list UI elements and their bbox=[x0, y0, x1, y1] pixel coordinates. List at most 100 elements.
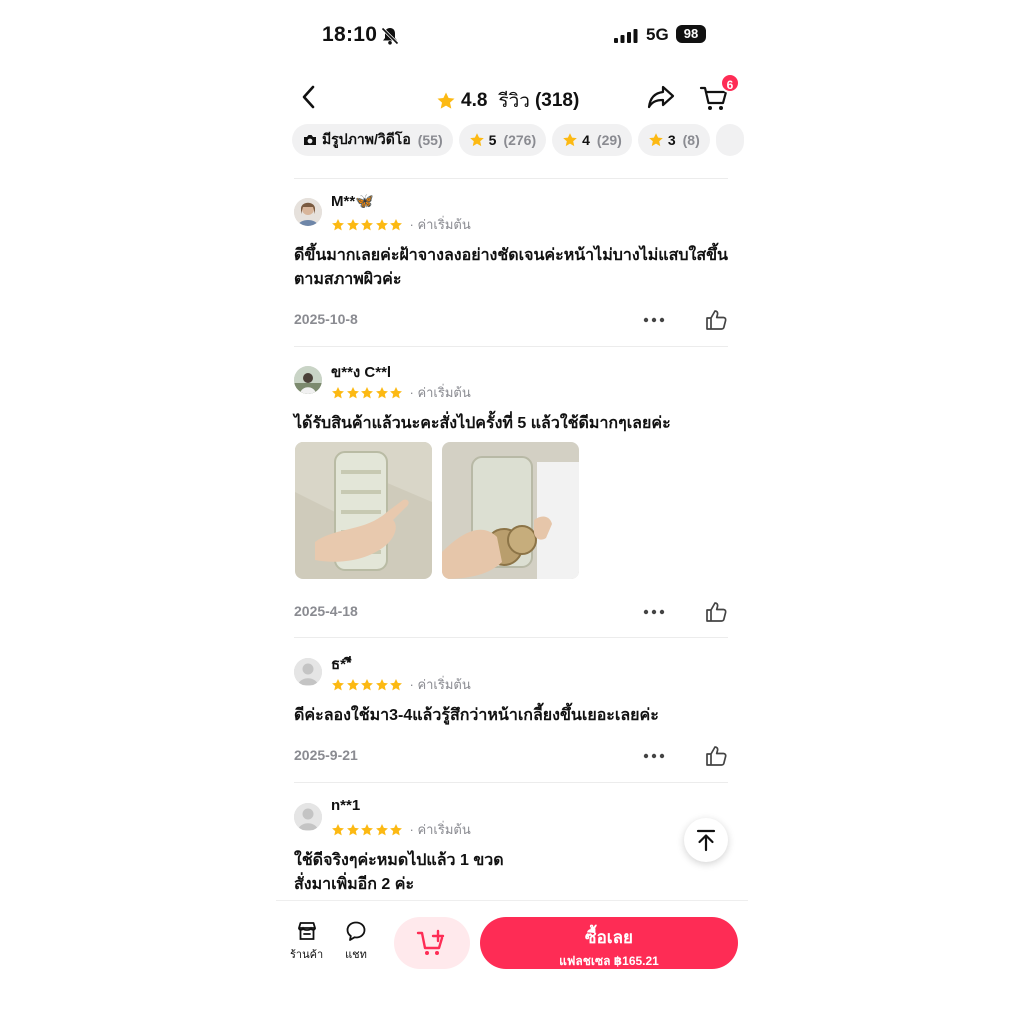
header: 4.8 รีวิว (318) 6 bbox=[276, 72, 748, 122]
star-icon bbox=[361, 823, 373, 835]
chat-icon bbox=[346, 921, 366, 941]
shop-label: ร้านค้า bbox=[290, 949, 324, 961]
review-meta: 2025-9-21 bbox=[294, 744, 728, 770]
star-icon bbox=[375, 218, 388, 230]
cart-badge: 6 bbox=[720, 73, 740, 93]
battery-indicator: 98 bbox=[676, 25, 706, 43]
network-type: 5G bbox=[646, 25, 669, 44]
star-icon bbox=[390, 823, 402, 835]
star-icon bbox=[375, 678, 388, 690]
star-icon bbox=[390, 678, 402, 690]
star-icon bbox=[332, 386, 344, 398]
avatar[interactable] bbox=[294, 803, 322, 831]
star-icon bbox=[332, 678, 344, 690]
divider bbox=[294, 178, 728, 179]
filter-chip-4-star[interactable]: 4 (29) bbox=[552, 124, 632, 156]
scroll-to-top-button[interactable] bbox=[684, 818, 728, 862]
review-text: ดีค่ะลองใช้มา3-4แล้วรู้สึกว่าหน้าเกลี้ยง… bbox=[294, 707, 659, 724]
variant-label: · ค่าเริ่มต้น bbox=[409, 385, 471, 400]
rating-filter-bar: มีรูปภาพ/วิดีโอ (55) 5 (276) 4 (29) 3 (8… bbox=[292, 124, 748, 158]
review-photo[interactable] bbox=[442, 442, 579, 579]
buy-now-button[interactable]: ซื้อเลย แฟลชเซล ฿165.21 bbox=[480, 917, 738, 969]
star-icon bbox=[346, 678, 359, 690]
add-to-cart-icon bbox=[416, 929, 445, 955]
star-icon bbox=[390, 386, 402, 398]
signal-icon bbox=[614, 29, 638, 43]
star-rating: · ค่าเริ่มต้น bbox=[331, 819, 471, 840]
divider bbox=[294, 637, 728, 638]
status-bar: 18:10 5G 98 bbox=[276, 18, 748, 52]
buy-now-label: ซื้อเลย bbox=[585, 928, 633, 947]
review-date: 2025-9-21 bbox=[294, 747, 358, 763]
thumbs-up-icon[interactable] bbox=[704, 744, 728, 768]
chat-button[interactable]: แชท bbox=[344, 919, 368, 963]
star-icon bbox=[649, 133, 663, 147]
star-icon bbox=[346, 218, 359, 230]
filter-chip-count: (55) bbox=[417, 132, 443, 148]
star-icon bbox=[390, 218, 402, 230]
star-icon bbox=[332, 823, 344, 835]
filter-chip-more[interactable] bbox=[715, 124, 744, 156]
filter-chip-label: 5 bbox=[488, 132, 497, 148]
back-arrow-icon[interactable] bbox=[298, 84, 320, 110]
filter-chip-label: มีรูปภาพ/วิดีโอ bbox=[322, 131, 411, 147]
more-options-icon[interactable] bbox=[642, 602, 666, 622]
camera-icon bbox=[304, 135, 316, 145]
filter-chip-media[interactable]: มีรูปภาพ/วิดีโอ (55) bbox=[292, 124, 453, 156]
variant-label: · ค่าเริ่มต้น bbox=[409, 217, 471, 232]
star-rating: · ค่าเริ่มต้น bbox=[331, 674, 471, 695]
variant-label: · ค่าเริ่มต้น bbox=[409, 822, 471, 837]
more-options-icon[interactable] bbox=[642, 310, 666, 330]
star-icon bbox=[469, 133, 484, 147]
star-icon bbox=[563, 133, 577, 147]
shop-button[interactable]: ร้านค้า bbox=[290, 919, 323, 963]
chat-label: แชท bbox=[345, 949, 367, 961]
reviews-count: (318) bbox=[534, 90, 580, 111]
star-icon bbox=[375, 386, 388, 398]
divider bbox=[294, 782, 728, 783]
star-rating: · ค่าเริ่มต้น bbox=[331, 214, 471, 235]
filter-chip-count: (8) bbox=[682, 132, 700, 148]
star-rating: · ค่าเริ่มต้น bbox=[331, 382, 471, 403]
star-icon bbox=[346, 823, 359, 835]
filter-chip-count: (276) bbox=[503, 132, 537, 148]
status-time: 18:10 bbox=[322, 23, 378, 46]
star-icon bbox=[375, 823, 388, 835]
star-icon bbox=[332, 218, 344, 230]
star-icon bbox=[437, 92, 455, 109]
reviewer-name: M**🦋 bbox=[331, 193, 374, 210]
more-options-icon[interactable] bbox=[642, 746, 666, 766]
review-text: ดีขึ้นมากเลยค่ะฝ้าจางลงอย่างชัดเจนค่ะหน้… bbox=[294, 247, 728, 288]
review-meta: 2025-10-8 bbox=[294, 308, 728, 334]
avatar[interactable] bbox=[294, 366, 322, 394]
avatar[interactable] bbox=[294, 658, 322, 686]
filter-chip-label: 4 bbox=[582, 132, 590, 148]
bottom-action-bar: ร้านค้า แชท ซื้อเลย แฟลชเซล ฿165.21 bbox=[276, 900, 748, 1025]
arrow-up-icon bbox=[696, 829, 716, 852]
add-to-cart-button[interactable] bbox=[394, 917, 470, 969]
review-text: ได้รับสินค้าแล้วนะคะสั่งไปครั้งที่ 5 แล้… bbox=[294, 415, 671, 432]
review-date: 2025-4-18 bbox=[294, 603, 358, 619]
reviews-label: รีวิว bbox=[498, 91, 530, 112]
divider bbox=[294, 346, 728, 347]
filter-chip-3-star[interactable]: 3 (8) bbox=[637, 124, 710, 156]
share-icon[interactable] bbox=[646, 82, 676, 112]
review-screen: 18:10 5G 98 4.8 รีวิว (318) 6 มีรูปภาพ/ว… bbox=[276, 0, 748, 1025]
rating-value: 4.8 bbox=[461, 90, 488, 111]
rating-title: 4.8 รีวิว (318) bbox=[436, 86, 579, 116]
avatar[interactable] bbox=[294, 198, 322, 226]
thumbs-up-icon[interactable] bbox=[704, 308, 728, 332]
bell-muted-icon bbox=[381, 27, 399, 45]
review-date: 2025-10-8 bbox=[294, 311, 358, 327]
review-meta: 2025-4-18 bbox=[294, 600, 728, 626]
filter-chip-count: (29) bbox=[596, 132, 622, 148]
reviewer-name: ธ**ี bbox=[331, 656, 352, 673]
review-text: ใช้ดีจริงๆค่ะหมดไปแล้ว 1 ขวด สั่งมาเพิ่ม… bbox=[294, 852, 504, 893]
store-icon bbox=[297, 922, 316, 940]
thumbs-up-icon[interactable] bbox=[704, 600, 728, 624]
filter-chip-label: 3 bbox=[667, 132, 676, 148]
filter-chip-5-star[interactable]: 5 (276) bbox=[458, 124, 547, 156]
review-photo[interactable] bbox=[295, 442, 432, 579]
star-icon bbox=[346, 386, 359, 398]
flash-sale-price: แฟลชเซล ฿165.21 bbox=[559, 954, 659, 968]
